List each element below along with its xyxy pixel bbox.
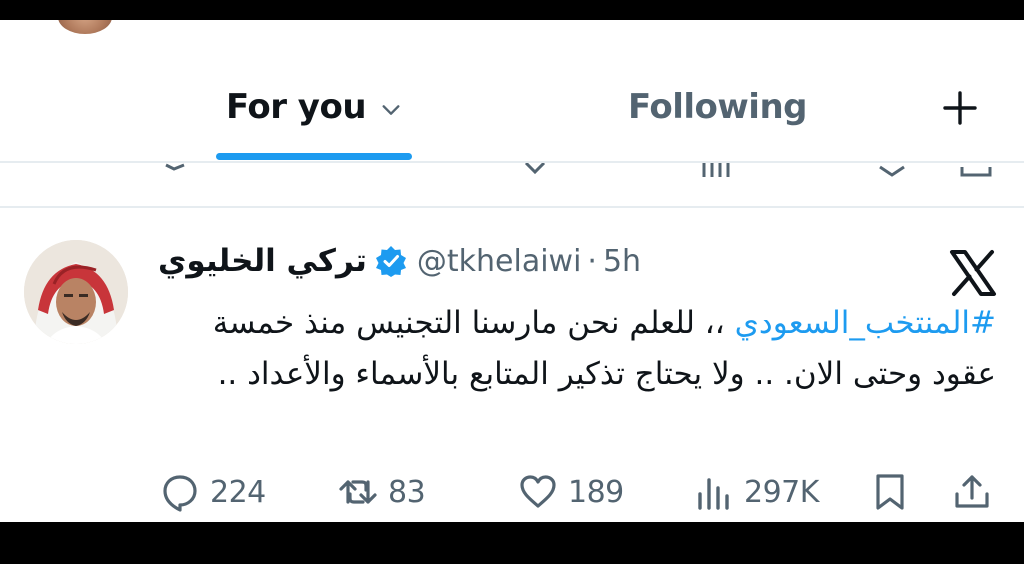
author-avatar-image bbox=[24, 240, 128, 344]
repost-icon[interactable] bbox=[162, 163, 196, 181]
heart-icon[interactable] bbox=[520, 163, 550, 179]
post-timestamp[interactable]: 5h bbox=[603, 244, 641, 279]
tab-for-you[interactable]: For you bbox=[226, 82, 402, 132]
timeline-tab-bar: For you Following bbox=[0, 20, 1024, 164]
author-handle[interactable]: @tkhelaiwi bbox=[417, 244, 582, 279]
like-button[interactable]: 189 bbox=[518, 468, 624, 516]
bookmark-icon bbox=[876, 474, 904, 510]
hashtag-link[interactable]: #المنتخب_السعودي bbox=[735, 305, 996, 341]
bookmark-button[interactable] bbox=[870, 468, 910, 516]
app-screen: For you Following تركي الخليوي @tkhelaiw… bbox=[0, 20, 1024, 522]
views-button[interactable]: 297K bbox=[694, 468, 819, 516]
reply-count: 224 bbox=[210, 474, 266, 510]
x-logo-icon[interactable] bbox=[948, 248, 998, 298]
active-tab-indicator bbox=[216, 153, 412, 160]
heart-icon bbox=[520, 475, 556, 508]
reply-button[interactable]: 224 bbox=[160, 468, 266, 516]
tab-following[interactable]: Following bbox=[628, 82, 807, 132]
post-header: تركي الخليوي @tkhelaiwi · 5h bbox=[158, 238, 641, 284]
like-count: 189 bbox=[568, 474, 624, 510]
views-icon[interactable] bbox=[696, 163, 736, 179]
tab-for-you-label: For you bbox=[226, 87, 367, 127]
bookmark-icon[interactable] bbox=[876, 163, 908, 179]
post-divider bbox=[0, 206, 1024, 208]
share-icon[interactable] bbox=[958, 163, 994, 181]
previous-post-action-bar-clipped bbox=[0, 163, 1024, 207]
chevron-down-icon[interactable] bbox=[380, 99, 402, 121]
share-button[interactable] bbox=[952, 468, 992, 516]
share-icon bbox=[955, 475, 989, 508]
meta-separator: · bbox=[587, 243, 597, 279]
post-body: #المنتخب_السعودي ،، للعلم نحن مارسنا الت… bbox=[150, 298, 996, 400]
verified-badge-icon bbox=[375, 246, 406, 277]
reply-icon bbox=[163, 475, 197, 512]
repost-button[interactable]: 83 bbox=[338, 468, 426, 516]
plus-icon[interactable] bbox=[940, 88, 980, 128]
view-count: 297K bbox=[744, 474, 819, 510]
repost-icon bbox=[339, 480, 377, 504]
repost-count: 83 bbox=[388, 474, 426, 510]
tab-following-label: Following bbox=[628, 87, 807, 127]
author-name[interactable]: تركي الخليوي bbox=[158, 243, 367, 279]
author-avatar[interactable] bbox=[24, 240, 128, 344]
views-icon bbox=[698, 478, 729, 510]
